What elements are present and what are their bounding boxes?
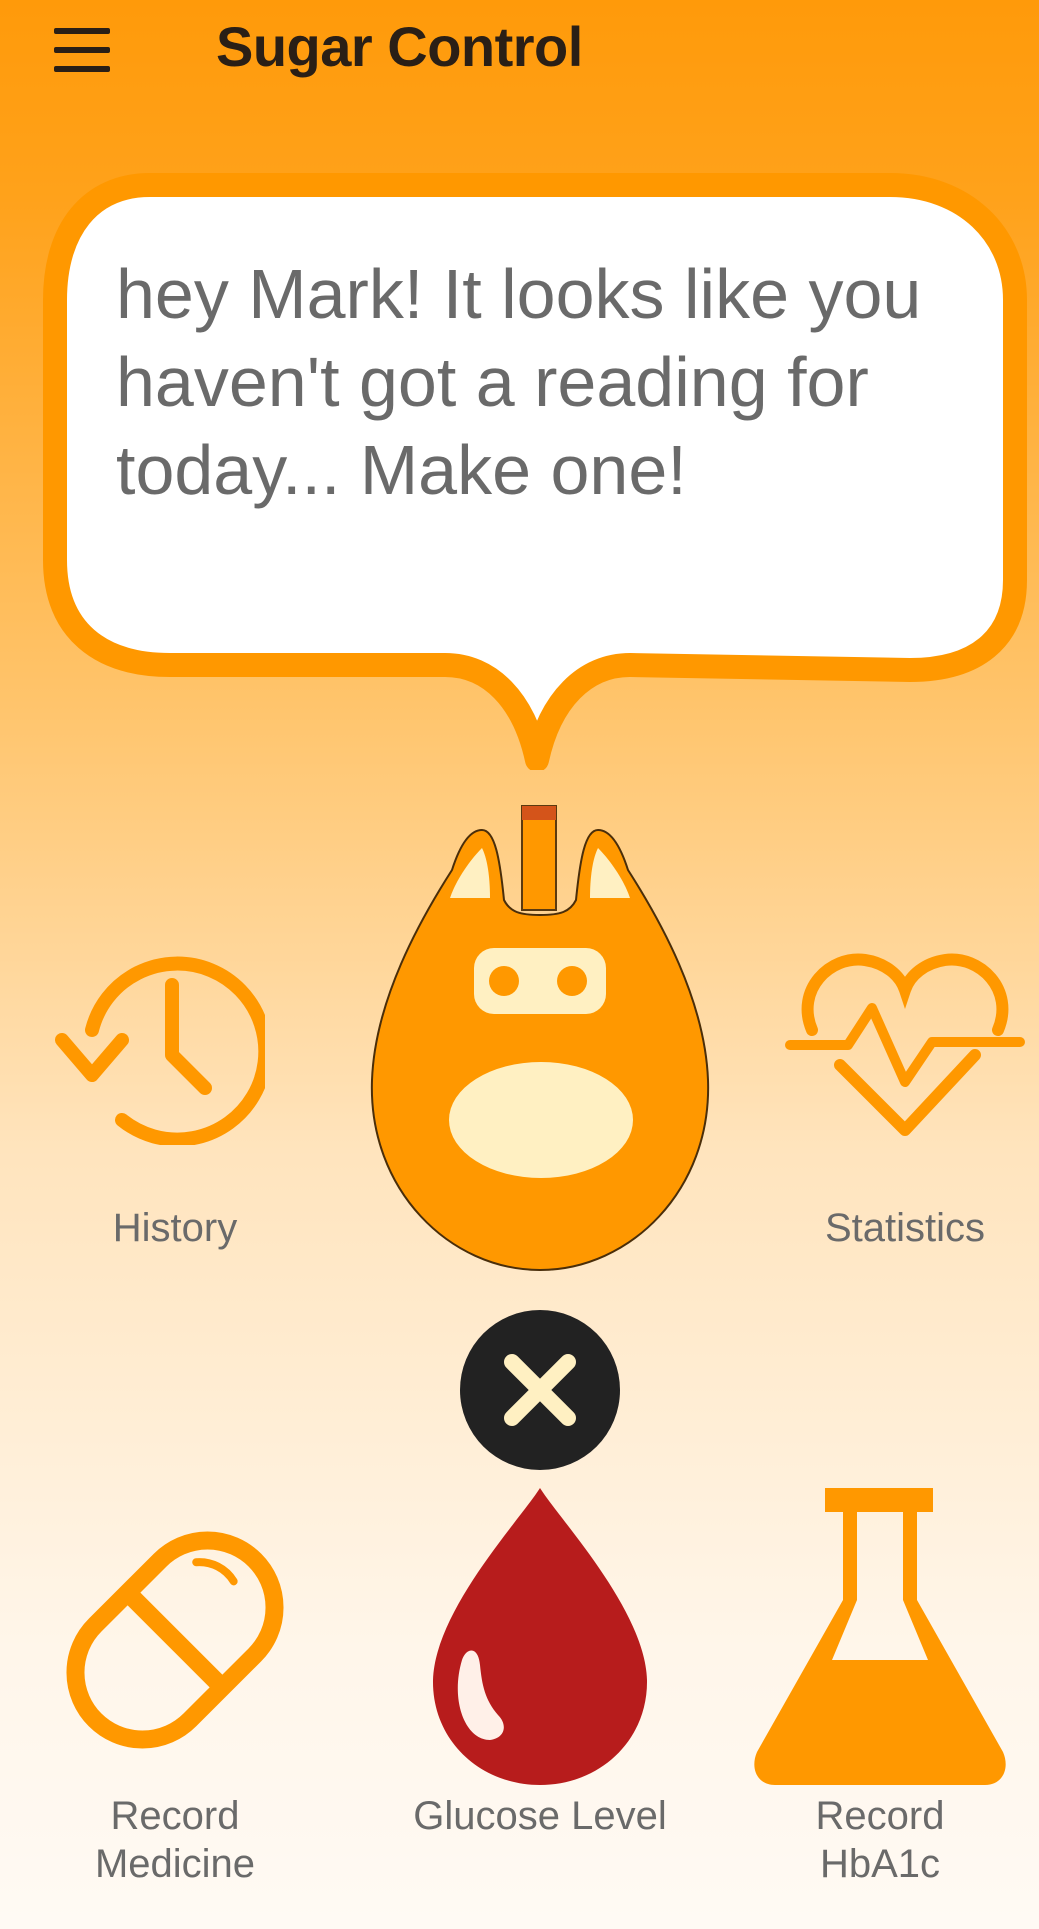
lab-flask-icon[interactable] (750, 1480, 1010, 1790)
record-medicine-label-line1: Record (110, 1794, 240, 1838)
record-hba1c-label[interactable]: Record HbA1c (760, 1792, 1000, 1888)
record-hba1c-label-line1: Record (815, 1794, 945, 1838)
close-button[interactable] (460, 1310, 620, 1470)
heart-pulse-icon[interactable] (780, 950, 1030, 1140)
pill-capsule-icon[interactable] (40, 1505, 310, 1775)
record-medicine-label-line2: Medicine (94, 1842, 256, 1886)
app-bar: Sugar Control (0, 0, 1039, 110)
history-label[interactable]: History (60, 1204, 290, 1252)
app-title: Sugar Control (216, 15, 583, 78)
record-medicine-label[interactable]: Record Medicine (50, 1792, 300, 1888)
bubble-message: hey Mark! It looks like you haven't got … (116, 255, 922, 509)
history-clock-icon[interactable] (55, 955, 265, 1145)
statistics-label[interactable]: Statistics (790, 1204, 1020, 1252)
glucose-level-label[interactable]: Glucose Level (400, 1792, 680, 1840)
hamburger-menu-icon[interactable] (48, 20, 120, 80)
glucometer-mascot-icon[interactable] (360, 800, 710, 1280)
close-icon (504, 1354, 576, 1426)
blood-drop-icon[interactable] (425, 1480, 655, 1790)
record-hba1c-label-line2: HbA1c (819, 1842, 941, 1886)
